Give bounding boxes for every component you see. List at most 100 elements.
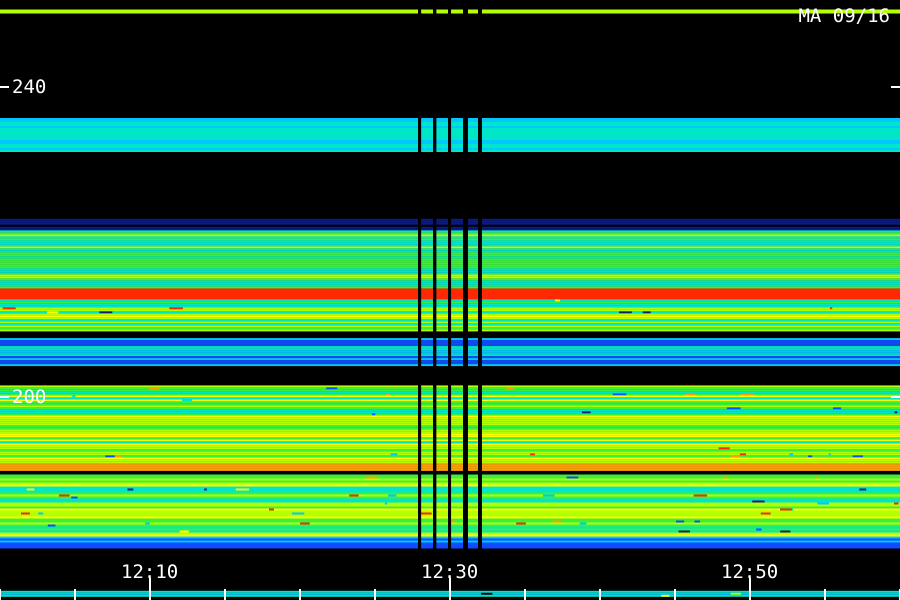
- x-tick-minor: [374, 589, 376, 600]
- noise-speck: [2, 307, 16, 310]
- noise-speck: [808, 455, 813, 458]
- noise-speck: [815, 476, 818, 479]
- noise-speck: [516, 522, 526, 525]
- noise-speck: [115, 455, 122, 458]
- x-tick-minor: [74, 589, 76, 600]
- noise-speck: [71, 496, 78, 499]
- noise-speck: [386, 393, 390, 396]
- noise-speck: [739, 453, 746, 456]
- noise-speck: [619, 311, 632, 314]
- noise-speck: [204, 488, 207, 491]
- noise-speck: [127, 488, 134, 491]
- noise-speck: [752, 500, 765, 503]
- data-gap: [448, 9, 452, 552]
- x-tick-minor: [524, 589, 526, 600]
- y-tick-right: [891, 86, 900, 88]
- noise-speck: [349, 494, 359, 497]
- noise-speck: [756, 528, 762, 531]
- noise-speck: [740, 393, 754, 396]
- noise-speck: [833, 407, 842, 410]
- noise-speck: [780, 530, 791, 533]
- noise-speck: [552, 520, 562, 523]
- noise-speck: [780, 508, 792, 511]
- noise-speck: [326, 387, 338, 390]
- data-gap: [463, 9, 468, 552]
- noise-speck: [789, 453, 793, 456]
- noise-speck: [420, 512, 432, 515]
- noise-speck: [372, 413, 376, 416]
- x-tick-label: 12:10: [121, 561, 179, 583]
- noise-speck: [760, 512, 771, 515]
- noise-speck: [269, 508, 274, 511]
- x-tick-minor: [224, 589, 226, 600]
- noise-speck: [579, 522, 587, 525]
- y-tick-right: [891, 396, 900, 398]
- noise-speck: [566, 476, 579, 479]
- y-tick-label: 200: [12, 386, 47, 408]
- station-date-label: MA 09/16: [798, 5, 890, 27]
- noise-speck: [817, 502, 829, 505]
- noise-speck: [21, 512, 30, 515]
- data-gap: [478, 9, 482, 552]
- x-tick-minor: [299, 589, 301, 600]
- noise-speck: [676, 520, 685, 523]
- noise-speck: [612, 393, 627, 396]
- noise-speck: [730, 592, 741, 595]
- noise-speck: [543, 494, 555, 497]
- y-tick-label: 240: [12, 76, 47, 98]
- noise-speck: [235, 488, 250, 491]
- noise-speck: [852, 455, 863, 458]
- noise-speck: [47, 311, 59, 314]
- spectrogram-plot: [0, 9, 900, 600]
- x-tick-minor: [674, 589, 676, 600]
- noise-speck: [894, 502, 899, 505]
- noise-speck: [366, 476, 378, 479]
- noise-speck: [481, 592, 493, 595]
- noise-speck: [730, 455, 740, 458]
- noise-speck: [828, 453, 831, 456]
- noise-speck: [291, 512, 305, 515]
- x-tick-label: 12:30: [421, 561, 479, 583]
- noise-speck: [388, 494, 397, 497]
- noise-speck: [555, 299, 560, 302]
- noise-speck: [390, 453, 398, 456]
- noise-speck: [58, 494, 70, 497]
- x-tick-minor: [599, 589, 601, 600]
- noise-speck: [26, 488, 35, 491]
- noise-speck: [149, 387, 160, 390]
- data-gap: [418, 9, 422, 552]
- noise-speck: [38, 512, 44, 515]
- noise-speck: [661, 594, 670, 597]
- noise-speck: [693, 494, 708, 497]
- x-tick-minor: [824, 589, 826, 600]
- noise-speck: [581, 411, 591, 414]
- noise-speck: [724, 476, 728, 479]
- noise-speck: [860, 488, 867, 491]
- noise-speck: [720, 447, 730, 450]
- noise-speck: [72, 395, 76, 398]
- noise-speck: [47, 524, 56, 527]
- noise-speck: [505, 387, 514, 390]
- noise-speck: [179, 530, 189, 533]
- spectrogram-chart: MA 09/16 240 200 12:10 12:30 12:50: [0, 0, 900, 600]
- noise-speck: [99, 311, 113, 314]
- noise-speck: [894, 411, 898, 414]
- noise-speck: [829, 307, 833, 310]
- noise-speck: [694, 520, 701, 523]
- x-tick-minor: [0, 589, 1, 600]
- noise-speck: [182, 399, 193, 402]
- noise-speck: [300, 522, 310, 525]
- noise-speck: [685, 393, 695, 396]
- y-tick-left: [0, 86, 9, 88]
- data-gap: [433, 9, 437, 552]
- noise-speck: [726, 407, 741, 410]
- noise-speck: [169, 307, 183, 310]
- y-tick-left: [0, 396, 9, 398]
- noise-speck: [145, 522, 150, 525]
- noise-speck: [105, 455, 115, 458]
- noise-speck: [642, 311, 651, 314]
- x-tick-label: 12:50: [721, 561, 779, 583]
- noise-speck: [530, 453, 535, 456]
- noise-speck: [678, 530, 690, 533]
- noise-speck: [384, 502, 388, 505]
